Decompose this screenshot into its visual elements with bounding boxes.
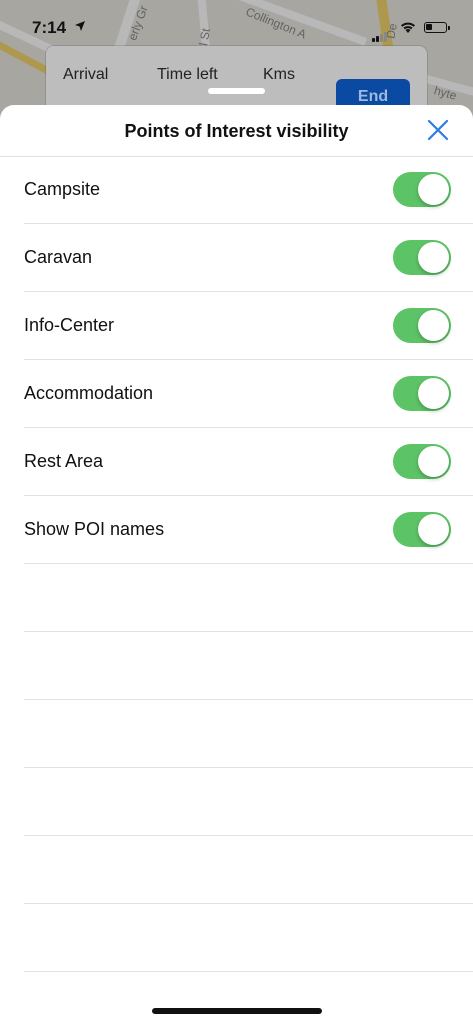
accommodation-toggle[interactable] [393, 376, 451, 411]
cellular-signal-icon [372, 24, 388, 42]
caravan-toggle[interactable] [393, 240, 451, 275]
home-indicator[interactable] [152, 1008, 322, 1014]
empty-row [0, 564, 473, 632]
info-center-toggle[interactable] [393, 308, 451, 343]
poi-visibility-sheet: Points of Interest visibility Campsite C… [0, 105, 473, 1024]
list-item-label: Caravan [24, 247, 93, 267]
wifi-icon [401, 22, 415, 33]
list-item-label: Info-Center [24, 315, 115, 335]
sheet-title: Points of Interest visibility [124, 121, 349, 141]
kms-label: Kms [263, 66, 295, 83]
list-item-label: Show POI names [24, 519, 165, 539]
list-item-campsite: Campsite [0, 156, 473, 224]
status-bar: 7:14 [0, 0, 473, 50]
empty-row [0, 768, 473, 836]
list-item-info-center: Info-Center [0, 292, 473, 360]
list-item-accommodation: Accommodation [0, 360, 473, 428]
sheet-header: Points of Interest visibility [0, 105, 473, 157]
list-item-label: Rest Area [24, 451, 104, 471]
time-left-label: Time left [157, 66, 218, 83]
empty-row [0, 700, 473, 768]
list-item-rest-area: Rest Area [0, 428, 473, 496]
poi-list: Campsite Caravan Info-Center Accommodati… [0, 156, 473, 972]
list-item-caravan: Caravan [0, 224, 473, 292]
show-poi-names-toggle[interactable] [393, 512, 451, 547]
status-time: 7:14 [32, 18, 67, 37]
rest-area-toggle[interactable] [393, 444, 451, 479]
empty-row [0, 836, 473, 904]
sheet-grabber[interactable] [208, 88, 265, 94]
list-item-label: Campsite [24, 179, 101, 199]
arrival-label: Arrival [63, 66, 109, 83]
list-item-show-poi-names: Show POI names [0, 496, 473, 564]
empty-row [0, 904, 473, 972]
battery-icon [424, 22, 450, 33]
list-item-label: Accommodation [24, 383, 154, 403]
close-icon[interactable] [427, 119, 449, 141]
location-arrow-icon [75, 21, 85, 31]
empty-row [0, 632, 473, 700]
campsite-toggle[interactable] [393, 172, 451, 207]
